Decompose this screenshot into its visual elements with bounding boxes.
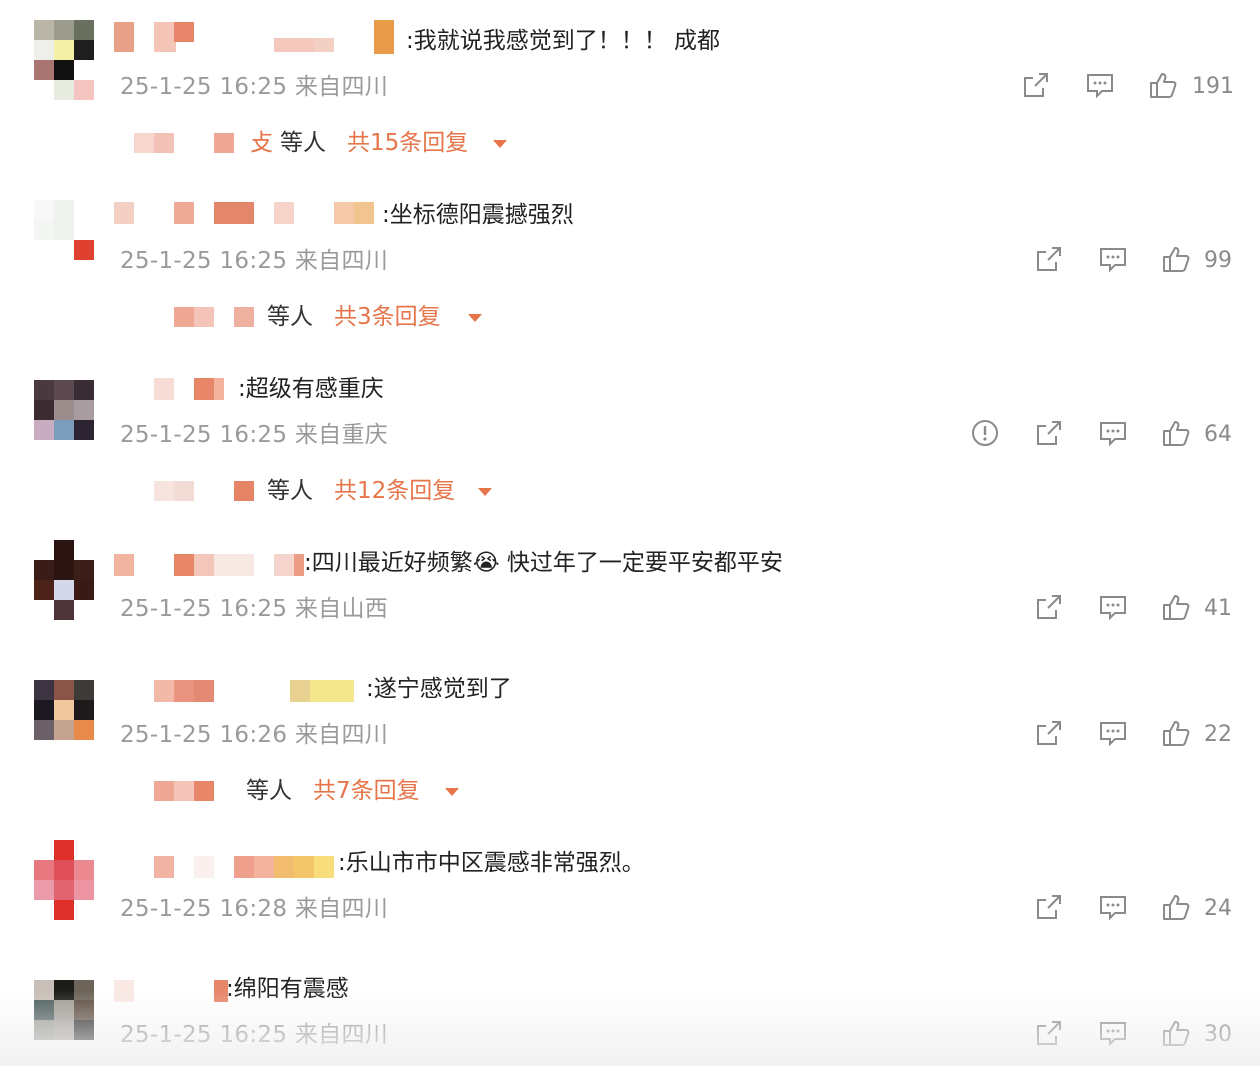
like-count: 191: [1192, 74, 1234, 99]
comment-meta: 25-1-25 16:25 来自四川: [120, 74, 389, 100]
comment-meta: 25-1-25 16:25 来自山西: [120, 596, 389, 622]
comment-icon[interactable]: [1098, 892, 1128, 922]
like-count: 64: [1204, 422, 1232, 447]
comment-meta: 25-1-25 16:25 来自重庆: [120, 422, 389, 448]
username-blurred[interactable]: [150, 854, 340, 880]
comment-meta: 25-1-25 16:26 来自四川: [120, 722, 389, 748]
comment-icon[interactable]: [1098, 718, 1128, 748]
reply-summary[interactable]: 等人 共3条回复: [170, 302, 500, 332]
like-icon[interactable]: [1161, 418, 1191, 448]
comment-meta: 25-1-25 16:25 来自四川: [120, 1022, 389, 1048]
username-blurred[interactable]: [114, 200, 384, 226]
share-icon[interactable]: [1021, 70, 1051, 100]
like-icon[interactable]: [1161, 592, 1191, 622]
share-icon[interactable]: [1034, 418, 1064, 448]
username-blurred[interactable]: [114, 552, 314, 578]
reply-tail: 等人: [267, 478, 313, 504]
comment-text: :我就说我感觉到了！！！ 成都: [406, 28, 721, 54]
reply-count[interactable]: 共3条回复: [334, 302, 441, 332]
reply-tail: 等人: [267, 304, 313, 330]
like-icon[interactable]: [1161, 1018, 1191, 1048]
caret-down-icon[interactable]: [445, 788, 459, 796]
comment-text: :四川最近好频繁😭 快过年了一定要平安都平安: [304, 550, 783, 576]
comment-icon[interactable]: [1098, 244, 1128, 274]
avatar[interactable]: [34, 20, 94, 100]
comment-meta: 25-1-25 16:25 来自四川: [120, 248, 389, 274]
comment-text: :绵阳有震感: [226, 976, 349, 1002]
username-blurred[interactable]: [150, 678, 360, 704]
reply-tail: 等人: [280, 130, 326, 156]
avatar[interactable]: [34, 540, 94, 620]
comment-text: :乐山市市中区震感非常强烈。: [338, 850, 645, 876]
like-icon[interactable]: [1161, 718, 1191, 748]
like-count: 22: [1204, 722, 1232, 747]
avatar[interactable]: [34, 380, 94, 460]
like-count: 30: [1204, 1022, 1232, 1047]
comment-icon[interactable]: [1098, 418, 1128, 448]
like-count: 24: [1204, 896, 1232, 921]
reply-count[interactable]: 共12条回复: [334, 476, 455, 506]
like-icon[interactable]: [1148, 70, 1178, 100]
reply-count[interactable]: 共7条回复: [313, 776, 420, 806]
reply-summary[interactable]: 等人 共7条回复: [150, 776, 480, 806]
comment-icon[interactable]: [1098, 592, 1128, 622]
reply-summary[interactable]: 等人 共12条回复: [120, 476, 500, 506]
reply-count[interactable]: 共15条回复: [347, 128, 468, 158]
like-icon[interactable]: [1161, 892, 1191, 922]
avatar[interactable]: [34, 200, 94, 280]
comment-icon[interactable]: [1085, 70, 1115, 100]
username-blurred[interactable]: [114, 20, 404, 54]
reply-user-fragment: 攴: [250, 130, 273, 156]
share-icon[interactable]: [1034, 718, 1064, 748]
comment-text: :遂宁感觉到了: [366, 676, 512, 702]
share-icon[interactable]: [1034, 244, 1064, 274]
comment-meta: 25-1-25 16:28 来自四川: [120, 896, 389, 922]
like-icon[interactable]: [1161, 244, 1191, 274]
username-blurred[interactable]: [114, 978, 234, 1004]
caret-down-icon[interactable]: [478, 488, 492, 496]
like-count: 41: [1204, 596, 1232, 621]
reply-summary[interactable]: 攴 等人 共15条回复: [130, 128, 530, 158]
caret-down-icon[interactable]: [493, 140, 507, 148]
like-count: 99: [1204, 248, 1232, 273]
comment-text: :坐标德阳震撼强烈: [382, 202, 574, 228]
share-icon[interactable]: [1034, 592, 1064, 622]
username-blurred[interactable]: [150, 376, 240, 402]
avatar[interactable]: [34, 840, 94, 920]
avatar[interactable]: [34, 980, 94, 1060]
report-icon[interactable]: [970, 418, 1000, 448]
comment-icon[interactable]: [1098, 1018, 1128, 1048]
comment-text: :超级有感重庆: [238, 376, 384, 402]
caret-down-icon[interactable]: [468, 314, 482, 322]
avatar[interactable]: [34, 680, 94, 760]
share-icon[interactable]: [1034, 1018, 1064, 1048]
share-icon[interactable]: [1034, 892, 1064, 922]
reply-tail: 等人: [246, 778, 292, 804]
